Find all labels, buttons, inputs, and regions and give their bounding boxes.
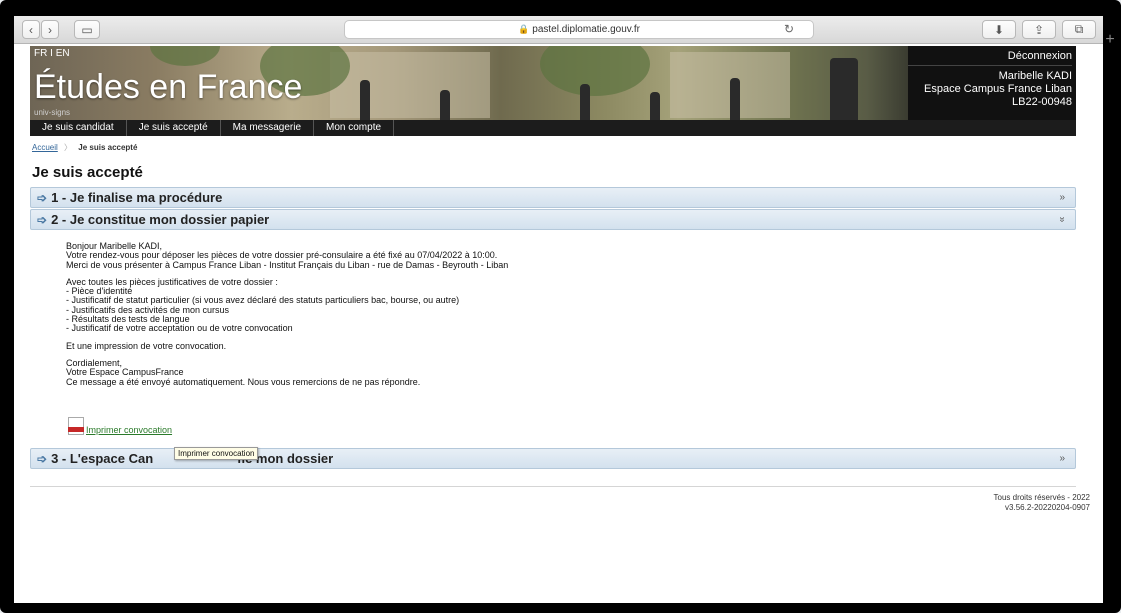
site-banner: FR I EN Études en France univ-signs Déco… — [30, 46, 1076, 120]
documents-intro: Avec toutes les pièces justificatives de… — [66, 276, 278, 287]
footer: Tous droits réservés - 2022 v3.56.2-2022… — [994, 493, 1091, 513]
main-nav: Je suis candidat Je suis accepté Ma mess… — [30, 120, 1076, 136]
message-body: Bonjour Maribelle KADI, Votre rendez-vou… — [66, 241, 966, 395]
back-button[interactable]: ‹ — [22, 20, 40, 39]
section-3-label: 3 - L'espace Can — [51, 451, 154, 466]
user-space: Espace Campus France Liban — [924, 83, 1072, 95]
forward-button[interactable]: › — [41, 20, 59, 39]
download-icon[interactable]: ⬇ — [982, 20, 1016, 39]
section-arrow-icon: ➩ — [37, 191, 48, 205]
banner-tree — [540, 46, 650, 96]
lang-fr-link[interactable]: FR — [34, 48, 47, 59]
nav-item-compte[interactable]: Mon compte — [314, 120, 395, 136]
page-title: Je suis accepté — [32, 164, 143, 181]
breadcrumb: Accueil 〉 Je suis accepté — [32, 142, 137, 153]
location-text: Merci de vous présenter à Campus France … — [66, 259, 509, 270]
footer-divider — [30, 486, 1076, 487]
url-text: pastel.diplomatie.gouv.fr — [532, 24, 640, 35]
sidebar-toggle-icon[interactable]: ▭ — [74, 20, 100, 39]
nav-item-accepte[interactable]: Je suis accepté — [127, 120, 221, 136]
expand-chevron-icon: » — [1059, 453, 1065, 464]
nav-item-candidat[interactable]: Je suis candidat — [30, 120, 127, 136]
section-1-header[interactable]: ➩ 1 - Je finalise ma procédure » — [30, 187, 1076, 208]
user-name: Maribelle KADI — [998, 70, 1072, 82]
banner-person — [580, 84, 590, 120]
univ-tag: univ-signs — [34, 108, 71, 117]
banner-tree — [150, 46, 220, 66]
footer-rights: Tous droits réservés - 2022 — [993, 493, 1091, 502]
banner-person — [360, 80, 370, 120]
lang-en-link[interactable]: EN — [56, 48, 70, 59]
banner-person — [830, 58, 858, 120]
breadcrumb-current: Je suis accepté — [78, 143, 138, 152]
collapse-chevron-icon: » — [1056, 216, 1068, 223]
browser-window: ‹ › ▭ 🔒 pastel.diplomatie.gouv.fr ↻ ⬇ ⇪ ⧉… — [14, 16, 1103, 603]
section-2-label: 2 - Je constitue mon dossier papier — [51, 212, 270, 227]
print-convocation-link[interactable]: Imprimer convocation — [68, 417, 172, 435]
browser-toolbar: ‹ › ▭ 🔒 pastel.diplomatie.gouv.fr ↻ ⬇ ⇪ ⧉ — [14, 16, 1103, 44]
pdf-icon — [68, 417, 84, 435]
tooltip: Imprimer convocation — [174, 447, 259, 460]
auto-note: Ce message a été envoyé automatiquement.… — [66, 376, 421, 387]
lock-icon: 🔒 — [518, 24, 530, 34]
section-2-header[interactable]: ➩ 2 - Je constitue mon dossier papier » — [30, 209, 1076, 230]
section-1-label: 1 - Je finalise ma procédure — [51, 190, 223, 205]
nav-item-messagerie[interactable]: Ma messagerie — [221, 120, 315, 136]
banner-person — [440, 90, 450, 120]
user-id: LB22-00948 — [1012, 96, 1072, 108]
document-item: - Justificatif de votre acceptation ou d… — [66, 323, 293, 334]
reload-icon[interactable]: ↻ — [784, 20, 794, 39]
share-icon[interactable]: ⇪ — [1022, 20, 1056, 39]
banner-building — [330, 52, 490, 118]
new-tab-icon[interactable]: + — [1100, 30, 1120, 50]
logout-link[interactable]: Déconnexion — [908, 46, 1072, 66]
user-box: Déconnexion Maribelle KADI Espace Campus… — [908, 46, 1076, 120]
breadcrumb-home-link[interactable]: Accueil — [32, 143, 58, 152]
closing-text: Cordialement, — [66, 357, 123, 368]
address-bar[interactable]: 🔒 pastel.diplomatie.gouv.fr — [344, 20, 814, 39]
section-arrow-icon: ➩ — [37, 452, 48, 466]
site-title[interactable]: Études en France — [34, 68, 302, 107]
expand-chevron-icon: » — [1059, 192, 1065, 203]
tabs-icon[interactable]: ⧉ — [1062, 20, 1096, 39]
banner-person — [650, 92, 660, 120]
print-convocation-label[interactable]: Imprimer convocation — [86, 425, 172, 435]
print-note: Et une impression de votre convocation. — [66, 340, 227, 351]
footer-version: v3.56.2-20220204-0907 — [1005, 503, 1090, 512]
breadcrumb-separator-icon: 〉 — [64, 143, 73, 152]
banner-person — [730, 78, 740, 120]
language-switcher: FR I EN — [34, 48, 70, 59]
section-arrow-icon: ➩ — [37, 213, 48, 227]
lang-separator: I — [50, 48, 53, 59]
document-item: - Justificatifs des activités de mon cur… — [66, 304, 230, 315]
